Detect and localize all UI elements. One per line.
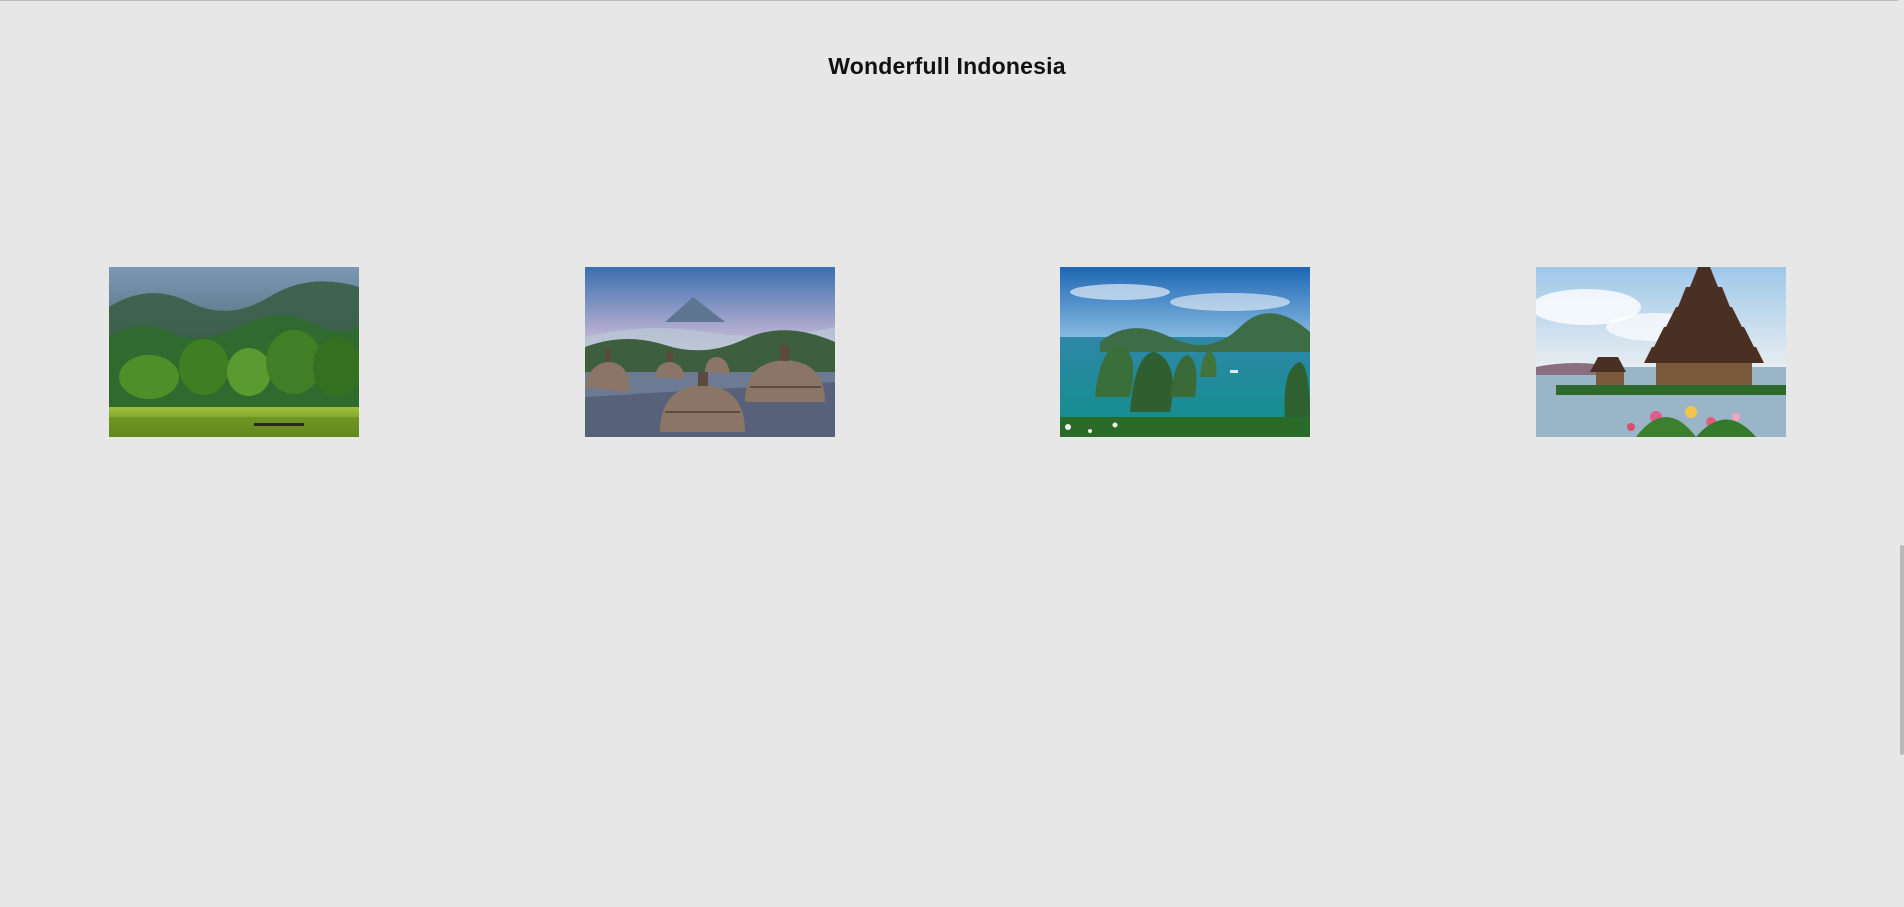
- gallery-photo-temple[interactable]: [1536, 267, 1786, 437]
- tropical-islands-image: [1060, 267, 1310, 437]
- temple-stupas-image: [585, 267, 835, 437]
- photo-gallery: [0, 267, 1894, 437]
- lake-temple-image: [1536, 267, 1786, 437]
- gallery-photo-islands[interactable]: [1060, 267, 1310, 437]
- gallery-photo-borobudur[interactable]: [585, 267, 835, 437]
- forest-landscape-image: [109, 267, 359, 437]
- page-title: Wonderfull Indonesia: [828, 53, 1066, 80]
- vertical-scrollbar[interactable]: [1898, 0, 1904, 907]
- page: Wonderfull Indonesia: [0, 0, 1898, 907]
- scrollbar-thumb[interactable]: [1900, 545, 1904, 755]
- gallery-photo-forest[interactable]: [109, 267, 359, 437]
